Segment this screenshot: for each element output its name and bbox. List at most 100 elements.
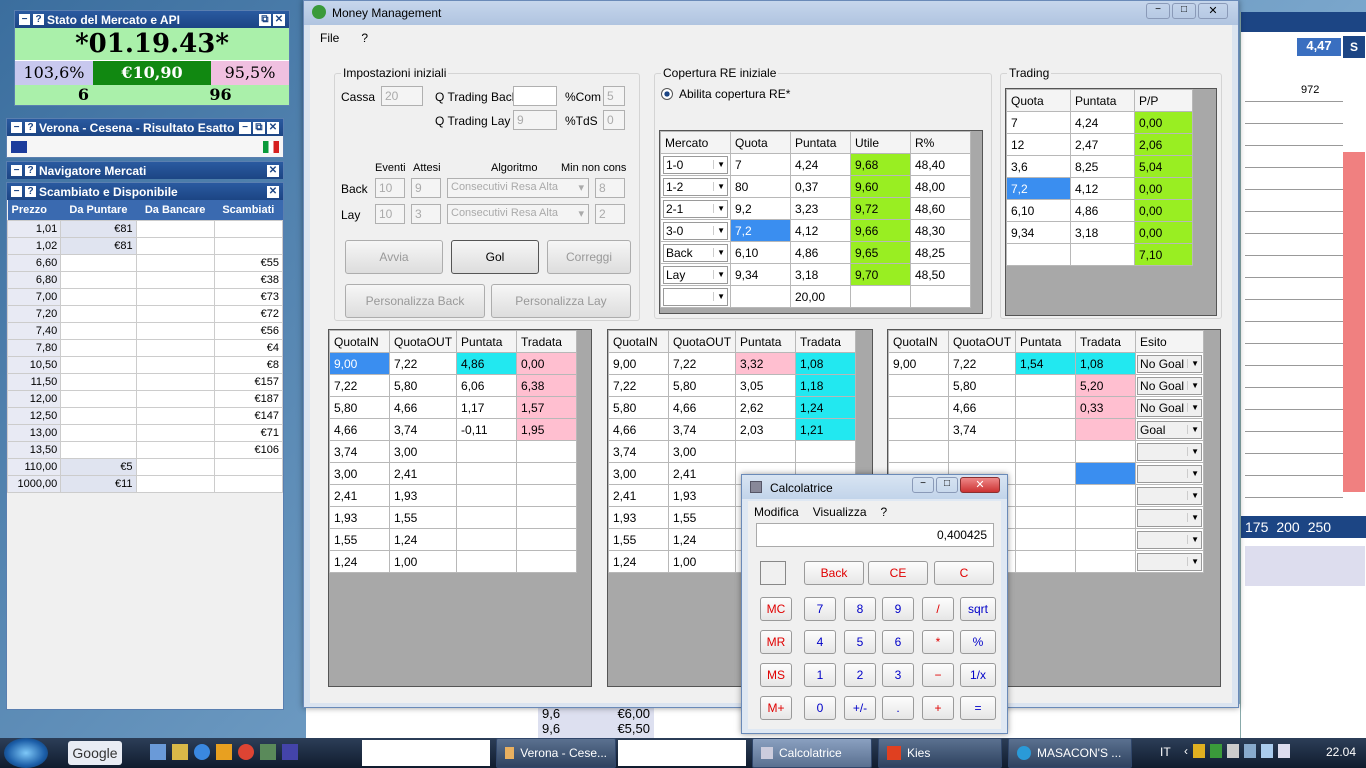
menu-modifica[interactable]: Modifica xyxy=(754,505,799,519)
table-cell[interactable]: 1-0 ▼ xyxy=(660,153,731,176)
lay-eventi-input[interactable]: 10 xyxy=(375,204,405,224)
table-row[interactable]: 7,22 5,80 6,06 6,38 xyxy=(329,374,578,397)
back-min-input[interactable]: 8 xyxy=(595,178,625,198)
esito-select[interactable]: ▼ xyxy=(1137,442,1203,461)
table-cell[interactable]: ▼ xyxy=(1135,462,1205,485)
table-row[interactable]: 1000,00 €11 xyxy=(6,474,284,493)
table-row[interactable]: 1-0 ▼ 7 4,24 9,68 48,40 xyxy=(660,153,971,176)
table-row[interactable]: 4,66 3,74 2,03 1,21 xyxy=(608,418,857,441)
table-cell[interactable]: 1-2 ▼ xyxy=(660,175,731,198)
ie-icon[interactable] xyxy=(194,744,210,760)
table-cell[interactable]: 4,12 xyxy=(790,219,851,242)
table-row[interactable]: 5,80 4,66 1,17 1,57 xyxy=(329,396,578,419)
table-row[interactable]: 9,00 7,22 1,54 1,08 No Goal ▼ xyxy=(888,352,1205,375)
table-row[interactable]: 3,74 3,00 xyxy=(329,440,578,463)
calc-key-button[interactable]: MC xyxy=(760,597,792,621)
table-row[interactable]: 13,00 €71 xyxy=(6,423,284,442)
table-cell[interactable]: ▼ xyxy=(1135,484,1205,507)
table-row[interactable]: Back ▼ 6,10 4,86 9,65 48,25 xyxy=(660,241,971,264)
menu-help[interactable]: ? xyxy=(881,505,888,519)
table-row[interactable]: 7,22 5,80 3,05 1,18 xyxy=(608,374,857,397)
com-input[interactable]: 5 xyxy=(603,86,625,106)
close-icon[interactable]: ✕ xyxy=(273,13,285,26)
mercato-select[interactable]: 2-1 ▼ xyxy=(663,199,728,218)
table-cell[interactable]: ▼ xyxy=(1135,440,1205,463)
back-attesi-input[interactable]: 9 xyxy=(411,178,441,198)
minimize-icon[interactable]: − xyxy=(11,165,22,176)
calc-key-button[interactable]: + xyxy=(922,696,954,720)
scambiato-title-bar[interactable]: −? Scambiato e Disponibile ✕ xyxy=(7,183,283,200)
calc-key-button[interactable]: * xyxy=(922,630,954,654)
network-icon[interactable] xyxy=(1261,744,1273,758)
mercato-select[interactable]: Back ▼ xyxy=(663,243,728,262)
table-cell[interactable]: No Goal ▼ xyxy=(1135,374,1205,397)
table-row[interactable]: 7,00 €73 xyxy=(6,287,284,306)
table-cell[interactable]: ▼ xyxy=(1135,506,1205,529)
calc-key-button[interactable]: 3 xyxy=(882,663,914,687)
table-row[interactable]: 1,02 €81 xyxy=(6,236,284,255)
menu-file[interactable]: File xyxy=(320,31,339,45)
desktop-icon[interactable] xyxy=(150,744,166,760)
calc-key-button[interactable]: 0 xyxy=(804,696,836,720)
table-cell[interactable] xyxy=(730,285,791,308)
calc-key-button[interactable]: 2 xyxy=(844,663,876,687)
table-row[interactable]: 13,50 €106 xyxy=(6,440,284,459)
back-eventi-input[interactable]: 10 xyxy=(375,178,405,198)
table-row[interactable]: 9,34 3,18 0,00 xyxy=(1006,221,1193,244)
explorer-icon[interactable] xyxy=(172,744,188,760)
calc-key-button[interactable]: +/- xyxy=(844,696,876,720)
table-cell[interactable]: Back ▼ xyxy=(660,241,731,264)
back-algoritmo-select[interactable]: Consecutivi Resa Alta ▾ xyxy=(447,178,589,198)
table-row[interactable]: 3,6 8,25 5,04 xyxy=(1006,155,1193,178)
esito-select[interactable]: Goal ▼ xyxy=(1137,420,1203,439)
restore-icon[interactable]: ⧉ xyxy=(259,13,271,26)
table-cell[interactable]: 20,00 xyxy=(790,285,851,308)
ce-button[interactable]: CE xyxy=(868,561,928,585)
task-kies[interactable]: Kies xyxy=(878,738,1002,768)
table-cell[interactable]: 3,18 xyxy=(790,263,851,286)
task-calcolatrice[interactable]: Calcolatrice xyxy=(752,738,872,768)
volume-icon[interactable] xyxy=(1278,744,1290,758)
minimize-icon[interactable]: − xyxy=(19,14,30,25)
table-cell[interactable]: 7 xyxy=(730,153,791,176)
table-cell[interactable]: ▼ xyxy=(660,285,731,308)
table-row[interactable]: 4,66 3,74 -0,11 1,95 xyxy=(329,418,578,441)
table-row[interactable]: 110,00 €5 xyxy=(6,457,284,476)
table-cell[interactable]: Lay ▼ xyxy=(660,263,731,286)
table-row[interactable]: 10,50 €8 xyxy=(6,355,284,374)
table-row[interactable]: 12,00 €187 xyxy=(6,389,284,408)
minimize-icon[interactable]: − xyxy=(912,477,934,493)
table-cell[interactable]: 7,2 xyxy=(730,219,791,242)
close-icon[interactable]: ✕ xyxy=(960,477,1000,493)
stato-title-bar[interactable]: −? Stato del Mercato e API ⧉ ✕ xyxy=(15,11,289,28)
table-row[interactable]: 1,55 1,24 xyxy=(329,528,578,551)
table-cell[interactable]: No Goal ▼ xyxy=(1135,352,1205,375)
table-row[interactable]: 3,74 Goal ▼ xyxy=(888,418,1205,441)
table-row[interactable]: 7,2 4,12 0,00 xyxy=(1006,177,1193,200)
navigatore-title-bar[interactable]: −? Navigatore Mercati ✕ xyxy=(7,162,283,179)
table-cell[interactable]: 3,23 xyxy=(790,197,851,220)
lay-min-input[interactable]: 2 xyxy=(595,204,625,224)
minimize-icon[interactable]: − xyxy=(239,121,251,134)
calc-title-bar[interactable]: Calcolatrice − □ ✕ xyxy=(742,475,1007,499)
table-row[interactable]: 1-2 ▼ 80 0,37 9,60 48,00 xyxy=(660,175,971,198)
calc-key-button[interactable]: MS xyxy=(760,663,792,687)
table-row[interactable]: 7,20 €72 xyxy=(6,304,284,323)
media-icon[interactable] xyxy=(216,744,232,760)
esito-select[interactable]: No Goal ▼ xyxy=(1137,354,1203,373)
table-row[interactable]: 2-1 ▼ 9,2 3,23 9,72 48,60 xyxy=(660,197,971,220)
table-row[interactable]: 7,40 €56 xyxy=(6,321,284,340)
table-row[interactable]: 2,41 1,93 xyxy=(329,484,578,507)
esito-select[interactable]: No Goal ▼ xyxy=(1137,376,1203,395)
calc-key-button[interactable]: MR xyxy=(760,630,792,654)
table-row[interactable]: 6,60 €55 xyxy=(6,253,284,272)
personalizza-back-button[interactable]: Personalizza Back xyxy=(345,284,485,318)
close-icon[interactable]: ✕ xyxy=(267,121,279,134)
tray-icon[interactable] xyxy=(1193,744,1205,758)
mercato-select[interactable]: 1-0 ▼ xyxy=(663,155,728,174)
esito-select[interactable]: No Goal ▼ xyxy=(1137,398,1203,417)
calc-key-button[interactable]: = xyxy=(960,696,996,720)
esito-select[interactable]: ▼ xyxy=(1137,508,1203,527)
esito-select[interactable]: ▼ xyxy=(1137,552,1203,571)
close-icon[interactable]: ✕ xyxy=(267,185,279,198)
